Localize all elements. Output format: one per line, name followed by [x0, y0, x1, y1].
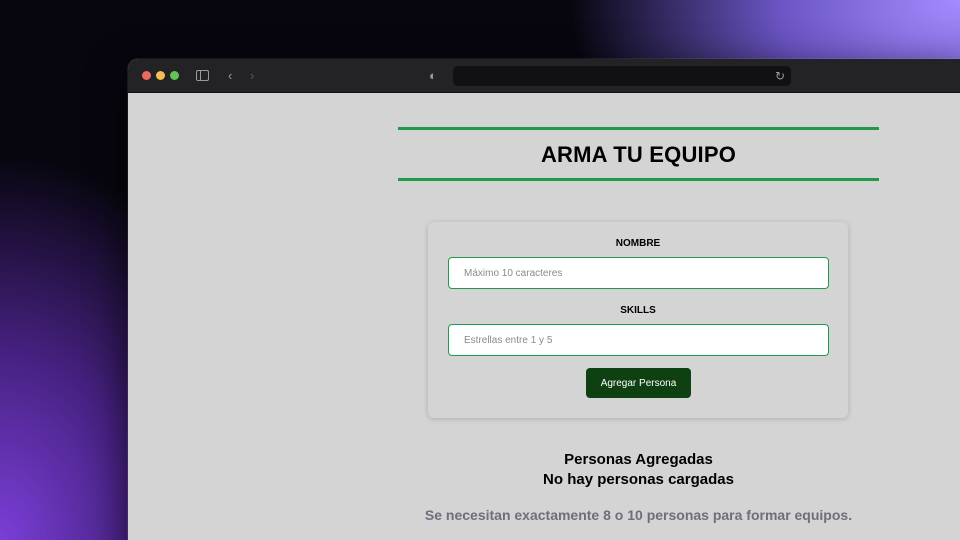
chevron-left-icon[interactable]: ‹ [228, 67, 232, 85]
page-title: ARMA TU EQUIPO [540, 142, 737, 167]
add-person-button[interactable]: Agregar Persona [586, 368, 691, 398]
chevron-right-icon[interactable]: › [250, 67, 254, 85]
team-requirement-message: Se necesitan exactamente 8 o 10 personas… [424, 507, 853, 523]
title-divider-bottom [398, 178, 879, 181]
address-bar[interactable]: ↻ [453, 66, 791, 86]
browser-window: ‹ › ◐ ↻ ARMA TU EQUIPO NOMBRE SKILLS Agr… [128, 59, 960, 540]
page-content: ARMA TU EQUIPO NOMBRE SKILLS Agregar Per… [128, 94, 960, 540]
shield-icon[interactable]: ◐ [429, 67, 437, 85]
zoom-window-button[interactable] [170, 71, 179, 80]
skills-input[interactable] [448, 324, 829, 356]
minimize-window-button[interactable] [156, 71, 165, 80]
title-divider-top [398, 127, 879, 130]
reload-icon[interactable]: ↻ [775, 67, 785, 85]
browser-toolbar: ‹ › ◐ ↻ [128, 59, 960, 93]
people-list-heading: Personas Agregadas [564, 451, 713, 468]
add-person-form: NOMBRE SKILLS Agregar Persona [428, 222, 848, 418]
skills-label: SKILLS [620, 305, 656, 316]
nombre-label: NOMBRE [615, 238, 661, 249]
close-window-button[interactable] [142, 71, 151, 80]
people-empty-message: No hay personas cargadas [543, 471, 734, 488]
sidebar-icon[interactable] [196, 70, 209, 81]
nombre-input[interactable] [448, 257, 829, 289]
